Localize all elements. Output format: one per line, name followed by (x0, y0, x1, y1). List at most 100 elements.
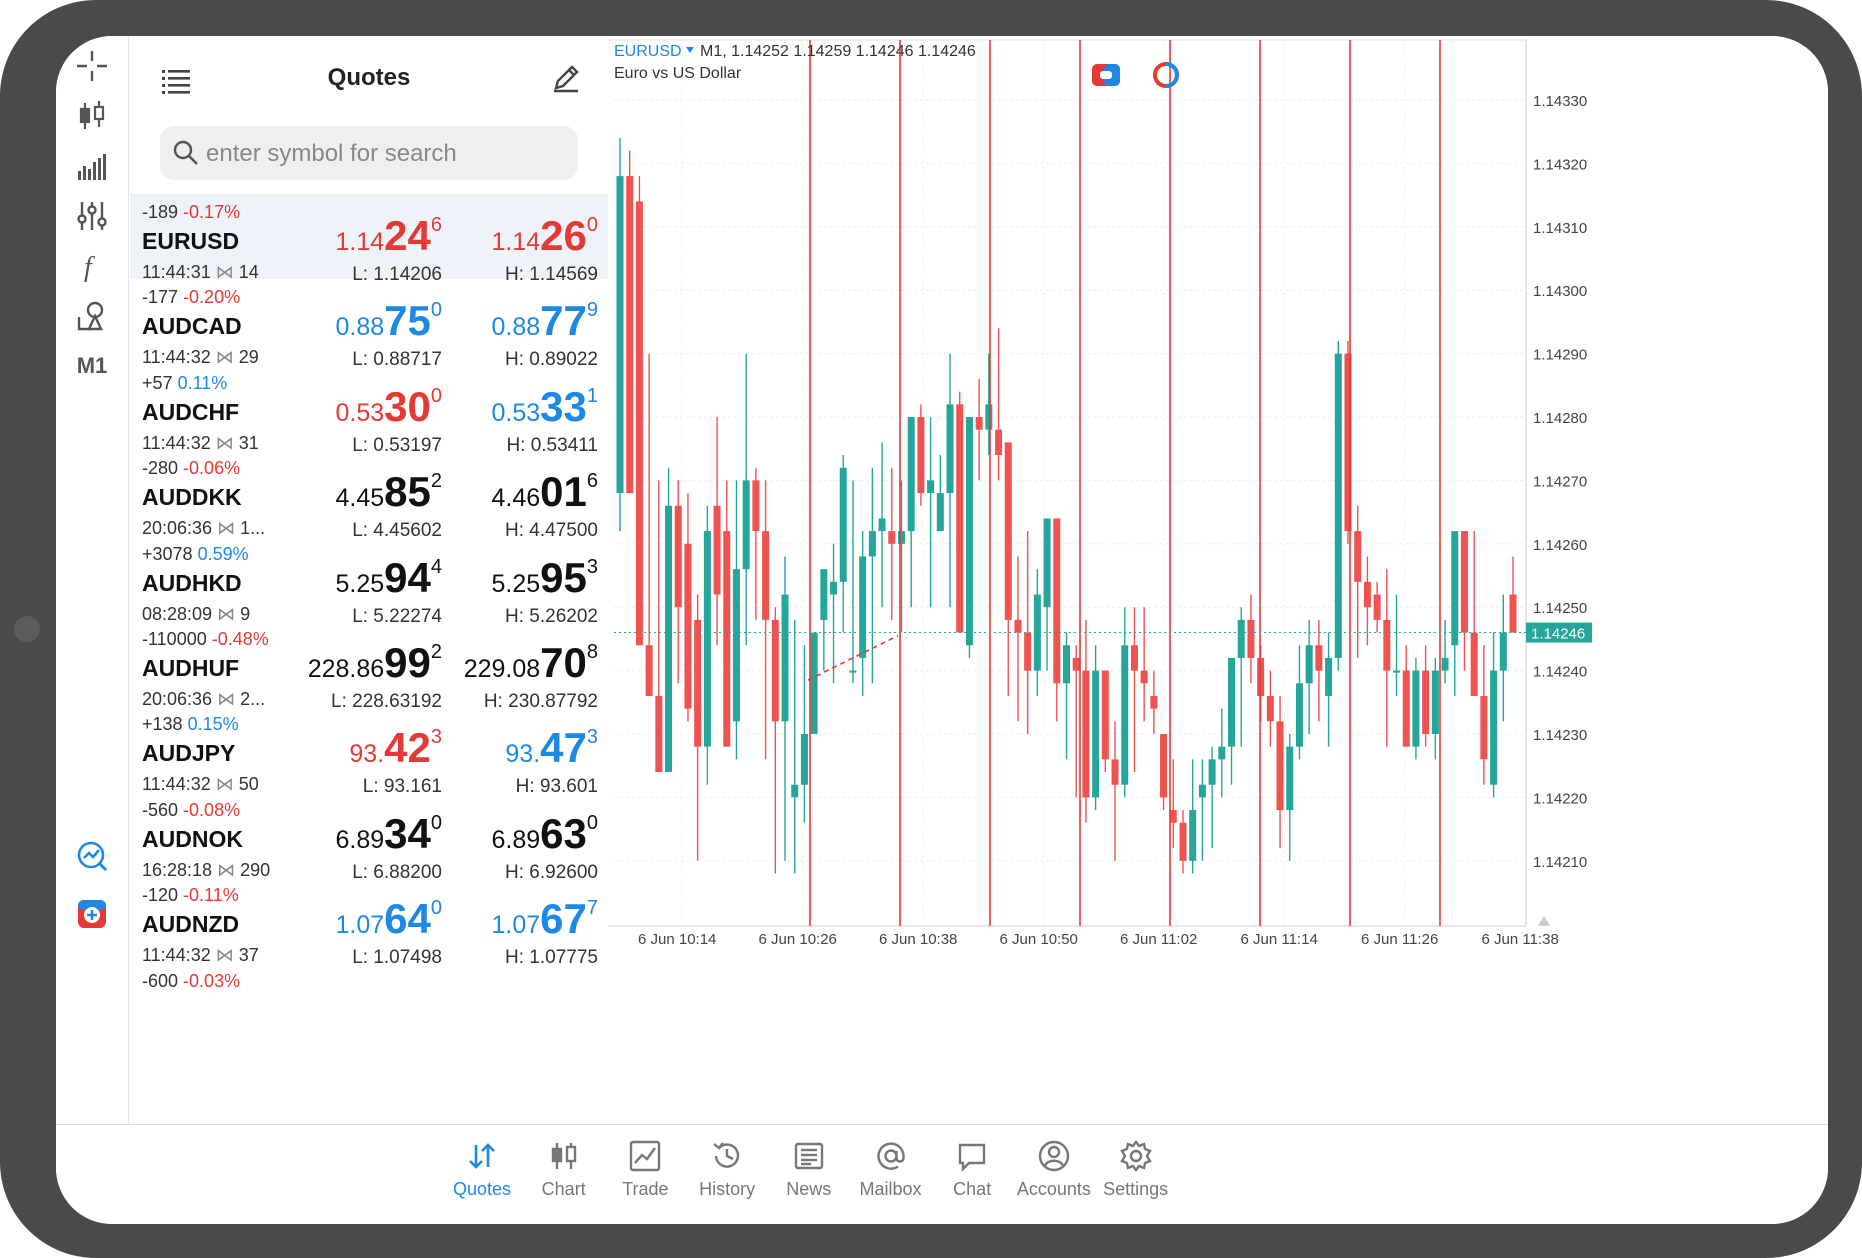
symbol-name: AUDHUF (142, 655, 240, 681)
chart-symbol: EURUSD (614, 43, 682, 60)
candle-body (1247, 619, 1255, 658)
change-text: -120 -0.11% (142, 885, 239, 906)
quote-row-audhuf[interactable]: -110000 -0.48% AUDHUF 20:06:36 ⋈ 2... 22… (130, 621, 608, 712)
candle-body (1363, 581, 1371, 608)
chart-description: Euro vs US Dollar (614, 65, 742, 82)
shapes-icon[interactable] (70, 294, 114, 338)
candle-body (1286, 746, 1294, 811)
crosshair-icon[interactable] (70, 44, 114, 88)
tab-settings[interactable]: Settings (1088, 1133, 1184, 1219)
candle-body (645, 645, 653, 696)
price-axis-label: 1.14270 (1533, 473, 1587, 490)
candle-body (762, 531, 770, 620)
candle-body (800, 734, 808, 785)
add-chart-icon[interactable] (70, 892, 114, 936)
ask-price: 1.07677 (491, 895, 598, 943)
candle-body (1024, 632, 1032, 671)
change-text: -110000 -0.48% (142, 629, 269, 649)
symbol-name: AUDJPY (142, 740, 236, 767)
quote-row-auddkk[interactable]: -280 -0.06% AUDDKK 20:06:36 ⋈ 1... 4.458… (130, 450, 608, 541)
symbol-name: AUDNOK (142, 825, 243, 852)
quote-row-audjpy[interactable]: +138 0.15% AUDJPY 11:44:32 ⋈ 50 93.423 9… (130, 706, 608, 797)
symbol-name: AUDDKK (142, 484, 242, 511)
function-icon[interactable]: f (70, 244, 114, 288)
price-chart[interactable]: 1.14330 1.14320 1.14310 1.14300 1.14290 1.142… (608, 36, 1828, 1124)
candle-body (1179, 822, 1187, 861)
tab-label: Settings (1103, 1179, 1169, 1199)
candle-body (1315, 645, 1323, 671)
signals-icon[interactable] (70, 834, 114, 878)
candle-body (1063, 645, 1070, 684)
bid-price: 5.25944 (335, 553, 442, 601)
change-text: +3078 0.59% (142, 543, 249, 564)
quote-row-audchf[interactable]: +57 0.11% AUDCHF 11:44:32 ⋈ 31 0.53300 0… (130, 365, 608, 456)
candle-body (975, 417, 983, 430)
candle-body (1218, 746, 1226, 760)
price-axis-label: 1.14240 (1533, 664, 1587, 681)
candle-body (1121, 645, 1129, 785)
candle-body (674, 505, 682, 608)
volume-bars-icon[interactable] (70, 144, 114, 188)
edit-pencil-icon[interactable] (550, 62, 582, 94)
bid-price: 0.88750 (335, 297, 442, 345)
candle-body (1325, 657, 1333, 696)
candle-body (791, 784, 799, 798)
quote-row-audnzd[interactable]: -120 -0.11% AUDNZD 11:44:32 ⋈ 37 1.07640… (130, 877, 608, 968)
candle-body (907, 417, 915, 532)
quote-row-audhkd[interactable]: +3078 0.59% AUDHKD 08:28:09 ⋈ 9 5.25944 … (130, 536, 608, 627)
search-input[interactable] (204, 126, 568, 182)
time-axis-label: 6 Jun 11:38 (1482, 931, 1559, 948)
candle-body (1169, 810, 1177, 823)
candle-body (732, 569, 740, 722)
svg-text:f: f (84, 252, 95, 283)
price-axis-label: 1.14220 (1533, 790, 1587, 807)
candle-body (616, 176, 624, 494)
time-axis-label: 6 Jun 11:14 (1241, 931, 1318, 948)
candle-body (859, 556, 867, 658)
bid-price: 1.07640 (335, 895, 442, 943)
candle-body (1509, 594, 1517, 633)
search-icon (173, 140, 198, 165)
candle-body (1412, 670, 1420, 747)
change-text: +138 0.15% (142, 714, 239, 735)
candle-body (810, 632, 818, 734)
ask-price: 5.25953 (491, 553, 598, 601)
quote-row-audnok[interactable]: -560 -0.08% AUDNOK 16:28:18 ⋈ 290 6.8934… (130, 792, 608, 883)
candle-body (684, 543, 692, 709)
quote-row-eurusd[interactable]: -189 -0.17% EURUSD 11:44:31 ⋈ 14 1.14246… (130, 194, 608, 285)
change-text: +57 0.11% (142, 372, 228, 393)
quote-row-audcad[interactable]: -177 -0.20% AUDCAD 11:44:32 ⋈ 29 0.88750… (130, 279, 608, 370)
timeframe-m1[interactable]: M1 (70, 344, 114, 388)
candle-body (781, 594, 789, 722)
price-axis-label: 1.14250 (1533, 600, 1587, 617)
quote-row-partial[interactable]: -600 -0.03% (130, 963, 608, 1065)
time-axis-label: 6 Jun 10:14 (638, 931, 716, 948)
candle-body (665, 505, 673, 773)
ask-price: 4.46016 (491, 468, 598, 516)
candle-body (1441, 657, 1449, 671)
candle-body (1072, 657, 1080, 671)
candle-body (742, 480, 750, 570)
candle-body (946, 404, 954, 494)
candlesticks-icon[interactable] (70, 94, 114, 138)
symbol-search-box[interactable] (160, 126, 578, 182)
chart-area[interactable]: 1.14330 1.14320 1.14310 1.14300 1.14290 1.142… (608, 36, 1828, 1124)
candle-body (626, 176, 634, 494)
candle-body (1499, 632, 1507, 671)
candle-body (1393, 670, 1401, 673)
price-axis-label: 1.14290 (1533, 347, 1587, 364)
change-text: -560 -0.08% (142, 799, 241, 820)
device-camera (14, 616, 40, 642)
candle-body (965, 417, 973, 646)
bid-price: 228.86992 (307, 639, 442, 686)
candle-body (1354, 531, 1362, 582)
price-axis-label: 1.14310 (1533, 220, 1587, 237)
candle-body (655, 695, 663, 773)
ask-price: 93.473 (505, 724, 598, 772)
candle-body (1402, 670, 1410, 747)
candle-body (1189, 810, 1197, 861)
candle-body (1490, 670, 1498, 785)
time-axis-label: 6 Jun 11:26 (1361, 931, 1438, 948)
candle-body (703, 531, 711, 747)
sliders-icon[interactable] (70, 194, 114, 238)
